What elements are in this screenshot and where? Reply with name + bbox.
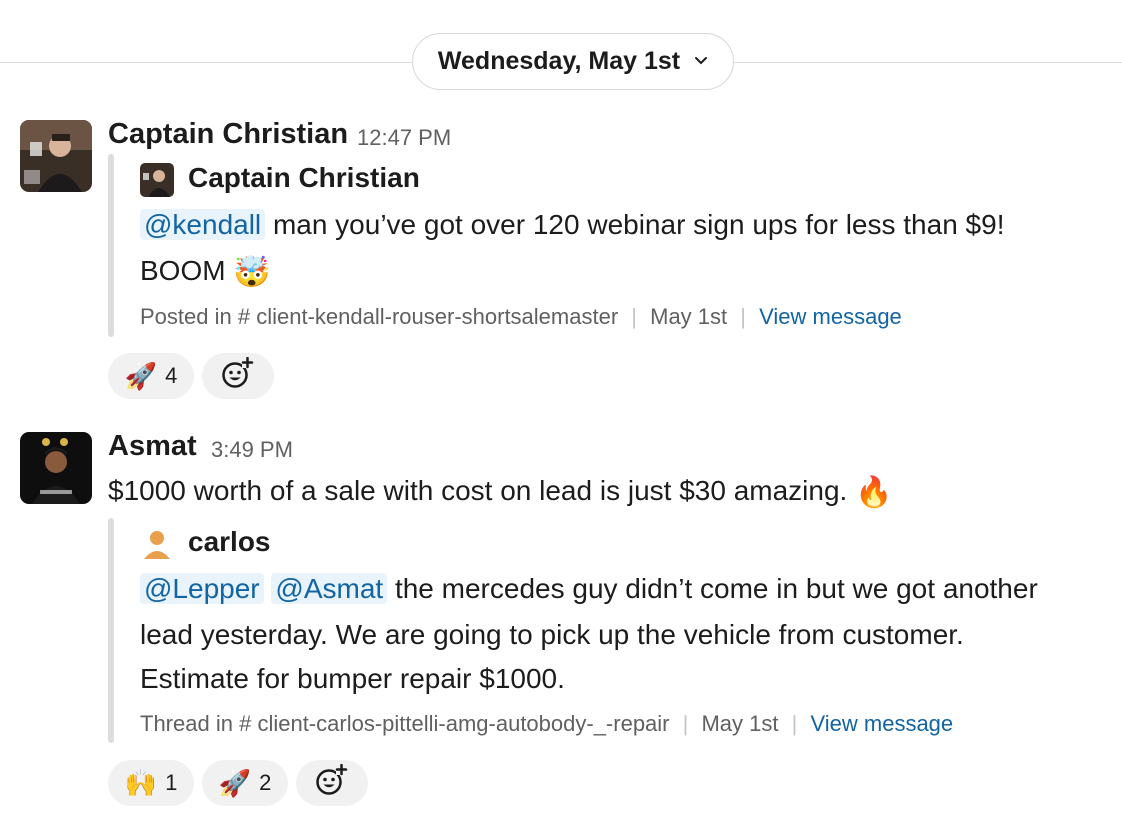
add-emoji-icon [221, 356, 255, 396]
user-mention[interactable]: @Lepper [140, 573, 264, 604]
message-pane: Wednesday, May 1st Captain Christian 12:… [0, 0, 1122, 834]
reaction-rocket[interactable]: 🚀 2 [202, 760, 288, 806]
add-reaction-button[interactable] [296, 760, 368, 806]
avatar[interactable] [20, 432, 92, 504]
rocket-emoji: 🚀 [218, 767, 252, 798]
quote-author-name: Captain Christian [188, 162, 420, 193]
meta-prefix: Posted in [140, 304, 232, 329]
quote-text-line: Estimate for bumper repair $1000. [140, 663, 565, 694]
message-timestamp[interactable]: 12:47 PM [357, 125, 451, 151]
view-message-link[interactable]: View message [759, 304, 902, 329]
hash-icon: # [239, 711, 252, 736]
quote-date: May 1st [701, 711, 779, 736]
exploding-head-emoji: 🤯 [233, 256, 271, 289]
quote-text-line: @Lepper @Asmat the mercedes guy didn’t c… [140, 566, 1038, 612]
channel-link[interactable]: client-carlos-pittelli-amg-autobody-_-re… [257, 711, 669, 736]
separator: | [682, 711, 689, 736]
quote-meta: Thread in # client-carlos-pittelli-amg-a… [140, 711, 953, 737]
quote-text: man you’ve got over 120 webinar sign ups… [272, 209, 1005, 240]
reaction-rocket[interactable]: 🚀 4 [108, 353, 194, 399]
reaction-count: 2 [259, 770, 272, 795]
raised-hands-emoji: 🙌 [124, 767, 158, 798]
rocket-emoji: 🚀 [124, 360, 158, 391]
message-timestamp[interactable]: 3:49 PM [211, 437, 293, 463]
sender-name[interactable]: Asmat [108, 430, 197, 463]
add-emoji-icon [315, 763, 349, 803]
fire-emoji: 🔥 [855, 476, 893, 509]
quote-text-line: @kendall man you’ve got over 120 webinar… [140, 202, 1004, 248]
avatar[interactable] [20, 120, 92, 192]
user-mention[interactable]: @Asmat [271, 573, 388, 604]
channel-link[interactable]: client-kendall-rouser-shortsalemaster [256, 304, 618, 329]
message-text-line: $1000 worth of a sale with cost on lead … [108, 468, 892, 516]
quote-date: May 1st [650, 304, 728, 329]
meta-prefix: Thread in [140, 711, 233, 736]
quote-bar [108, 154, 114, 337]
quote-text-line: lead yesterday. We are going to pick up … [140, 619, 964, 650]
separator: | [791, 711, 798, 736]
reaction-count: 1 [165, 770, 178, 795]
hash-icon: # [237, 304, 251, 329]
quote-author-avatar [140, 527, 174, 561]
quote-text: the mercedes guy didn’t come in but we g… [394, 573, 1038, 604]
quote-bar [108, 518, 114, 743]
quote-author-name: carlos [188, 526, 271, 557]
separator: | [631, 304, 637, 329]
view-message-link[interactable]: View message [810, 711, 953, 736]
quote-meta: Posted in # client-kendall-rouser-shorts… [140, 304, 902, 330]
reaction-raised-hands[interactable]: 🙌 1 [108, 760, 194, 806]
user-mention[interactable]: @kendall [140, 209, 266, 240]
separator: | [740, 304, 746, 329]
chevron-down-icon [694, 53, 708, 71]
sender-name[interactable]: Captain Christian [108, 118, 348, 151]
date-divider-button[interactable]: Wednesday, May 1st [412, 33, 734, 90]
add-reaction-button[interactable] [202, 353, 274, 399]
quote-author-avatar [140, 163, 174, 197]
quote-text-line: BOOM 🤯 [140, 248, 271, 296]
quote-text: BOOM [140, 255, 226, 286]
message-text: $1000 worth of a sale with cost on lead … [108, 475, 848, 506]
date-divider-label: Wednesday, May 1st [437, 47, 681, 75]
reaction-count: 4 [165, 363, 178, 388]
